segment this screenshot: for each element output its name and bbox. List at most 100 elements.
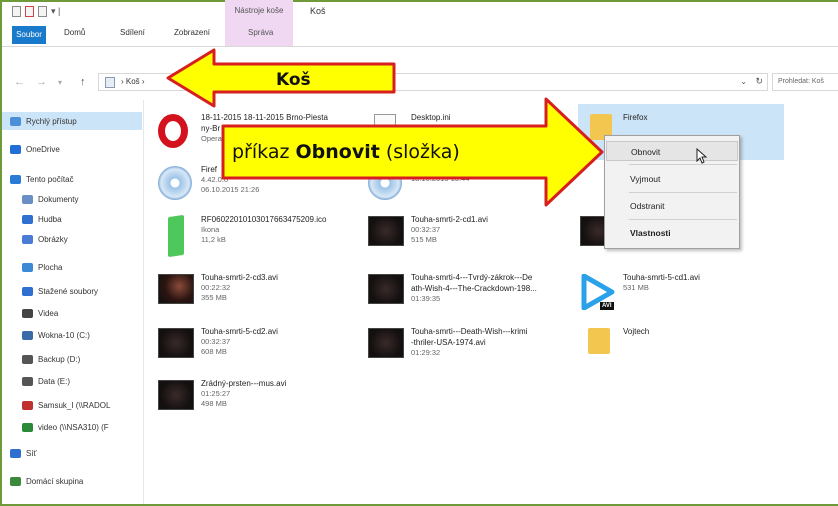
menu-separator — [629, 192, 737, 193]
media-player-icon[interactable]: AVI — [580, 273, 616, 312]
cloud-icon — [10, 144, 21, 154]
sidebar-item-label: Dokumenty — [38, 194, 79, 204]
file-name[interactable]: Touha-smrti-5-cd2.avi — [201, 326, 278, 337]
file-meta: 355 MB — [201, 293, 227, 302]
video-thumbnail[interactable] — [158, 274, 194, 304]
file-name[interactable]: Touha-smrti-5-cd1.avi — [623, 272, 700, 283]
search-input[interactable]: Prohledat: Koš — [772, 73, 838, 91]
computer-icon — [10, 174, 21, 184]
window-title: Koš — [310, 6, 326, 16]
sidebar-item[interactable]: Hudba — [2, 210, 142, 228]
sidebar-item-label: Backup (D:) — [38, 354, 81, 364]
file-meta: 00:32:37 — [201, 337, 231, 346]
menu-separator — [629, 164, 737, 165]
file-name[interactable]: Touha-smrti-2-cd1.avi — [411, 214, 488, 225]
desktop-icon — [22, 262, 33, 272]
file-name[interactable]: Touha-smrti-4---Tvrdý-zákrok---De — [411, 272, 532, 283]
sidebar-item[interactable]: Wokna-10 (C:) — [2, 326, 142, 344]
sidebar-item[interactable]: Obrázky — [2, 230, 142, 248]
sidebar-item[interactable]: Tento počítač — [2, 170, 142, 188]
forward-arrow-icon[interactable]: → — [36, 76, 47, 88]
mouse-cursor-icon — [696, 148, 708, 164]
sidebar-item-label: Síť — [26, 448, 37, 458]
sidebar-item-label: Tento počítač — [26, 174, 74, 184]
opera-icon[interactable] — [158, 114, 188, 148]
sidebar-item[interactable]: Stažené soubory — [2, 282, 142, 300]
sidebar-item-label: Rychlý přístup — [26, 116, 77, 126]
file-meta: 01:29:32 — [411, 348, 441, 357]
new-folder-icon[interactable] — [25, 6, 34, 17]
network-drive-icon — [22, 400, 33, 410]
qat-dropdown-icon[interactable]: ▾ | — [51, 6, 60, 17]
address-path[interactable]: › Koš › — [121, 77, 145, 86]
back-arrow-icon[interactable]: ← — [14, 76, 25, 88]
sidebar-item[interactable]: video (\\NSA310) (F — [2, 418, 142, 436]
video-thumbnail[interactable] — [368, 328, 404, 358]
sidebar-item[interactable]: Domácí skupina — [2, 472, 142, 490]
tab-home[interactable]: Domů — [64, 28, 85, 37]
sidebar-item-label: Wokna-10 (C:) — [38, 330, 90, 340]
file-meta: Ikona — [201, 225, 220, 234]
sidebar-item[interactable]: Backup (D:) — [2, 350, 142, 368]
menu-item-properties[interactable]: Vlastnosti — [606, 223, 738, 243]
file-meta: Opera — [201, 134, 222, 143]
recent-locations-icon[interactable]: ▾ — [58, 78, 62, 87]
file-name[interactable]: ny-Br — [201, 123, 220, 134]
folder-icon[interactable] — [38, 6, 47, 17]
file-name[interactable]: Vojtech — [623, 326, 649, 337]
file-name[interactable]: -thriler-USA-1974.avi — [411, 337, 486, 348]
file-name[interactable]: Zrádný-prsten---mus.avi — [201, 378, 286, 389]
video-icon — [22, 308, 33, 318]
file-name[interactable]: Touha-smrti-2-cd3.avi — [201, 272, 278, 283]
drive-icon — [22, 354, 33, 364]
file-name[interactable]: ath-Wish-4---The-Crackdown-198... — [411, 283, 537, 294]
file-meta: 11,2 kB — [201, 235, 226, 244]
file-name[interactable]: RF06022010103017663475209.ico — [201, 214, 326, 225]
file-meta: 01:39:35 — [411, 294, 441, 303]
folder-icon[interactable] — [588, 328, 610, 354]
sidebar-item[interactable]: Videa — [2, 304, 142, 322]
file-meta: 531 MB — [623, 283, 649, 292]
video-thumbnail[interactable] — [158, 380, 194, 410]
sidebar-item-label: Obrázky — [38, 234, 68, 244]
tab-share[interactable]: Sdílení — [120, 28, 145, 37]
refresh-icon[interactable]: ↻ — [755, 76, 763, 87]
menu-item-restore[interactable]: Obnovit — [606, 141, 738, 161]
sidebar-item[interactable]: Samsuk_I (\\RADOL — [2, 396, 142, 414]
video-thumbnail[interactable] — [368, 216, 404, 246]
sidebar-item[interactable]: OneDrive — [2, 140, 142, 158]
ico-file-icon[interactable] — [168, 214, 184, 258]
video-thumbnail[interactable] — [368, 274, 404, 304]
menu-separator — [629, 219, 737, 220]
tab-file[interactable]: Soubor — [12, 26, 46, 44]
callout-restore-bold: Obnovit — [295, 141, 380, 163]
file-name[interactable]: Touha-smrti---Death-Wish---krimi — [411, 326, 527, 337]
up-arrow-icon[interactable]: ↑ — [80, 76, 86, 88]
sidebar-item[interactable]: Dokumenty — [2, 190, 142, 208]
callout-label-kos: Koš — [276, 70, 311, 90]
tab-view[interactable]: Zobrazení — [174, 28, 210, 37]
properties-icon[interactable] — [12, 6, 21, 17]
sidebar-item[interactable]: Rychlý přístup — [2, 112, 142, 130]
address-path-label[interactable]: Koš — [126, 77, 140, 86]
ribbon-tabs: Soubor Domů Sdílení Zobrazení Správa — [2, 24, 838, 46]
file-name[interactable]: Firef — [201, 164, 217, 175]
tab-manage[interactable]: Správa — [248, 28, 273, 37]
video-thumbnail[interactable] — [158, 328, 194, 358]
pane-divider — [143, 100, 144, 504]
chevron-down-icon[interactable]: ⌄ — [740, 77, 747, 86]
pictures-icon — [22, 234, 33, 244]
sidebar-item[interactable]: Data (E:) — [2, 372, 142, 390]
sidebar-item-label: Samsuk_I (\\RADOL — [38, 400, 111, 410]
homegroup-icon — [10, 476, 21, 486]
sidebar-item[interactable]: Síť — [2, 444, 142, 462]
download-icon — [22, 286, 33, 296]
sidebar-item[interactable]: Plocha — [2, 258, 142, 276]
file-name[interactable]: Firefox — [623, 112, 647, 123]
installer-icon[interactable] — [158, 166, 192, 200]
sidebar-item-label: Videa — [38, 308, 59, 318]
menu-item-delete[interactable]: Odstranit — [606, 196, 738, 216]
menu-item-cut[interactable]: Vyjmout — [606, 169, 738, 189]
quick-access-toolbar: ▾ | — [12, 6, 60, 17]
navigation-pane: Rychlý přístup OneDrive Tento počítač Dokum… — [2, 106, 142, 504]
